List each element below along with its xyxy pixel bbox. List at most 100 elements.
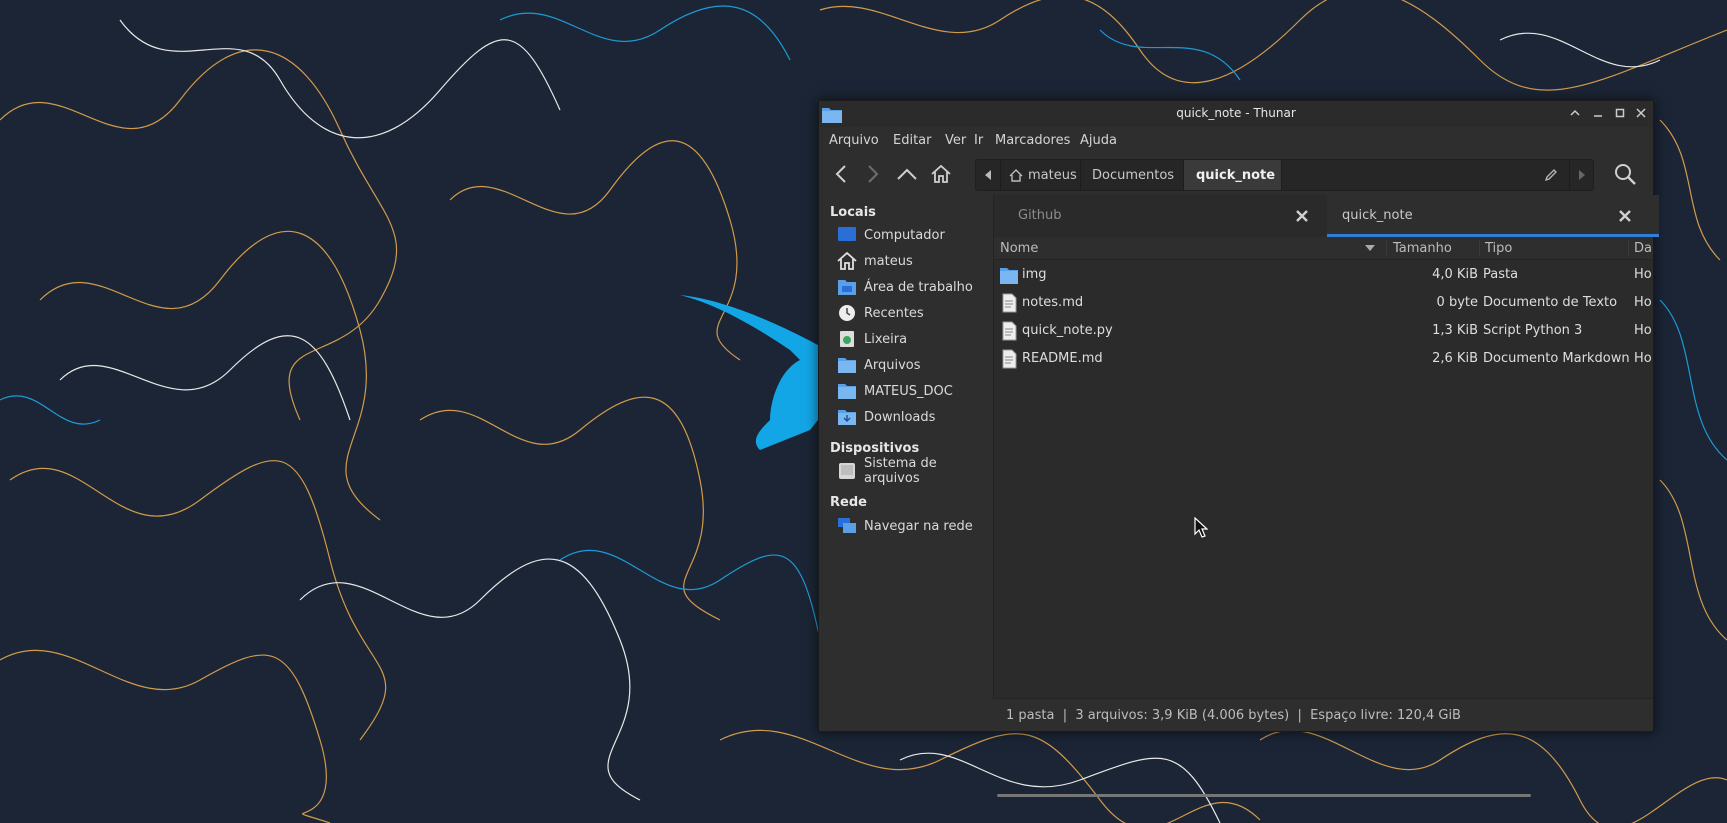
file-name: quick_note.py [1022,323,1113,338]
maximize-button[interactable] [1611,104,1629,122]
home-button[interactable] [928,161,954,187]
folder-icon [1000,268,1018,284]
forward-button[interactable] [860,161,886,187]
sidebar-item-label: Recentes [864,305,924,321]
sidebar-item-sistema-de-arquivos[interactable]: Sistema de arquivos [837,456,993,486]
file-manager-window: quick_note - Thunar Arquivo Editar Ver I… [818,100,1659,797]
column-header: Nome Tamanho Tipo Da [994,237,1653,260]
sidebar-item-arquivos[interactable]: Arquivos [837,353,993,377]
path-scroll-right-button[interactable] [1569,160,1594,190]
tab-label: Github [1018,208,1062,223]
clock-icon [839,305,855,321]
shade-button[interactable] [1566,104,1584,122]
tab-github[interactable]: Github [994,195,1326,237]
file-row-notes-md[interactable]: notes.md 0 byte Documento de Texto Ho [994,289,1653,317]
home-icon [1009,168,1023,182]
sidebar-item-label: Lixeira [864,331,908,347]
sidebar-item-downloads[interactable]: Downloads [837,405,993,429]
sidebar-heading-devices: Dispositivos [830,441,920,456]
sort-descending-icon [1365,245,1375,251]
toolbar: mateus Documentos quick_note [819,153,1653,195]
sidebar-item-mateus[interactable]: mateus [837,249,993,273]
menu-ver[interactable]: Ver [945,133,966,148]
file-type: Script Python 3 [1483,323,1583,338]
text-file-icon [1002,321,1017,341]
file-size: 4,0 KiB [1432,267,1478,282]
up-button[interactable] [894,161,920,187]
sidebar-item-label: Arquivos [864,357,921,373]
file-row-quick-note-py[interactable]: quick_note.py 1,3 KiB Script Python 3 Ho [994,317,1653,345]
back-button[interactable] [828,161,854,187]
sidebar-item-mateus-doc[interactable]: MATEUS_DOC [837,379,993,403]
file-name: notes.md [1022,295,1084,310]
sidebar-item-label: Computador [864,227,945,243]
computer-icon [838,227,856,241]
maximize-icon [1615,108,1625,118]
file-date: Ho [1634,351,1652,366]
column-size[interactable]: Tamanho [1393,241,1452,256]
triangle-left-icon [985,170,991,180]
sidebar-item-label: Sistema de arquivos [864,456,937,486]
close-icon[interactable] [1293,207,1311,225]
horizontal-scrollbar[interactable] [997,794,1531,797]
column-type[interactable]: Tipo [1485,241,1512,256]
menu-marcadores[interactable]: Marcadores [995,133,1070,148]
sidebar-item-label: MATEUS_DOC [864,383,953,399]
tab-quick-note[interactable]: quick_note [1327,195,1659,237]
sidebar-item-lixeira[interactable]: Lixeira [837,327,993,351]
sidebar-heading-places: Locais [830,205,876,220]
path-crumb-mateus[interactable]: mateus [1001,160,1081,190]
file-name: img [1022,267,1047,282]
back-icon [835,165,846,183]
minimize-button[interactable] [1589,104,1607,122]
path-crumb-label: mateus [1028,167,1077,183]
tab-label: quick_note [1342,208,1413,223]
column-date[interactable]: Da [1634,241,1652,256]
text-file-icon [1002,349,1017,369]
file-row-readme-md[interactable]: README.md 2,6 KiB Documento Markdown Ho [994,345,1653,373]
file-date: Ho [1634,295,1652,310]
path-scroll-left-button[interactable] [976,160,1001,190]
sidebar-item-recentes[interactable]: Recentes [837,301,993,325]
close-icon[interactable] [1616,207,1634,225]
column-name[interactable]: Nome [1000,241,1038,256]
path-crumb-documentos[interactable]: Documentos [1081,160,1184,190]
menu-ir[interactable]: Ir [974,133,983,148]
minimize-icon [1594,115,1602,117]
sidebar-item-computador[interactable]: Computador [837,223,993,247]
window-title: quick_note - Thunar [1176,106,1296,120]
menu-ajuda[interactable]: Ajuda [1080,133,1117,148]
sidebar-item-navegar-na-rede[interactable]: Navegar na rede [837,514,993,538]
pencil-icon [1544,169,1557,182]
column-separator [1479,240,1480,256]
sidebar: Locais Computador mateus Área de trabalh… [819,195,994,731]
file-row-img[interactable]: img 4,0 KiB Pasta Ho [994,261,1653,289]
sidebar-item-label: Navegar na rede [864,518,973,534]
file-size: 1,3 KiB [1432,323,1478,338]
status-bar: 1 pasta | 3 arquivos: 3,9 KiB (4.006 byt… [993,698,1653,731]
search-button[interactable] [1612,161,1638,187]
edit-location-button[interactable] [1536,160,1566,190]
sidebar-heading-network: Rede [830,495,867,510]
menu-bar: Arquivo Editar Ver Ir Marcadores Ajuda [819,127,1653,153]
close-icon [1636,108,1646,118]
folder-icon [838,358,856,373]
menu-editar[interactable]: Editar [893,133,932,148]
sidebar-item-area-de-trabalho[interactable]: Área de trabalho [837,275,993,299]
title-bar[interactable]: quick_note - Thunar [819,101,1653,127]
home-icon [837,252,857,270]
location-pathbar: mateus Documentos quick_note [975,159,1594,191]
file-date: Ho [1634,323,1652,338]
up-icon [897,168,917,180]
column-separator [1628,240,1629,256]
close-button[interactable] [1632,104,1650,122]
folder-icon [838,384,856,399]
trash-icon [840,331,854,347]
file-size: 0 byte [1436,295,1478,310]
path-crumb-quick-note[interactable]: quick_note [1184,160,1282,190]
home-icon [931,164,951,183]
search-icon [1615,164,1636,185]
network-icon [838,518,856,533]
menu-arquivo[interactable]: Arquivo [829,133,879,148]
file-type: Documento de Texto [1483,295,1618,310]
